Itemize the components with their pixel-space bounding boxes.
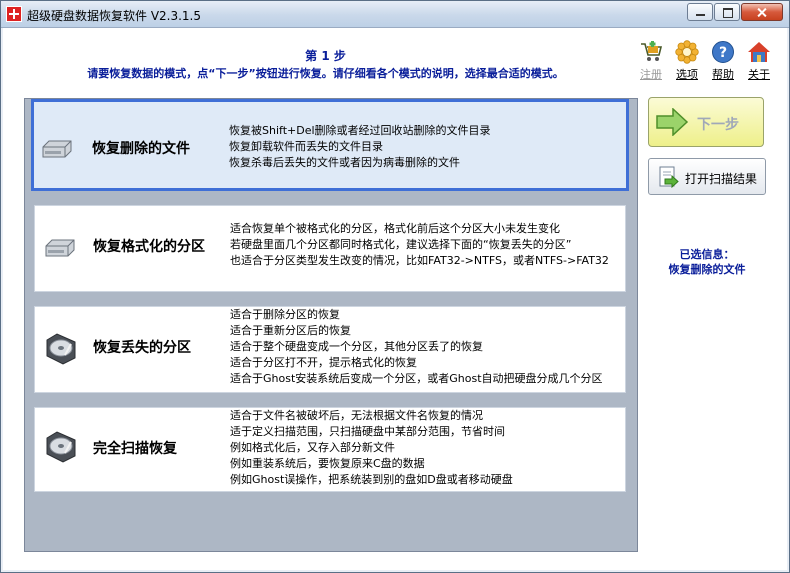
description-line: 若硬盘里面几个分区都同时格式化，建议选择下面的“恢复丢失的分区”: [230, 238, 572, 251]
mode-description: 适合于文件名被破坏后，无法根据文件名恢复的情况 适于定义扫描范围，只扫描硬盘中某…: [230, 408, 513, 488]
description-line: 例如Ghost误操作，把系统装到别的盘如D盘或者移动硬盘: [230, 473, 513, 486]
window-title: 超级硬盘数据恢复软件 V2.3.1.5: [27, 9, 202, 23]
options-button[interactable]: 选项: [670, 40, 704, 82]
selection-value: 恢复删除的文件: [668, 263, 746, 276]
next-step-button[interactable]: 下一步: [648, 97, 764, 147]
svg-text:?: ?: [719, 45, 727, 61]
mode-description: 恢复被Shift+Del删除或者经过回收站删除的文件目录 恢复卸载软件而丢失的文…: [229, 123, 491, 171]
description-line: 适合于分区打不开，提示格式化的恢复: [230, 356, 417, 369]
help-icon: ?: [712, 41, 734, 63]
mode-recover-formatted-partition[interactable]: 恢复格式化的分区 适合恢复单个被格式化的分区，格式化前后这个分区大小未发生变化 …: [34, 205, 626, 292]
gear-flower-icon: [675, 40, 699, 64]
options-label: 选项: [676, 68, 698, 81]
mode-title: 完全扫描恢复: [93, 441, 177, 457]
mode-description: 适合恢复单个被格式化的分区，格式化前后这个分区大小未发生变化 若硬盘里面几个分区…: [230, 221, 609, 269]
about-label: 关于: [748, 68, 770, 81]
mode-title: 恢复格式化的分区: [93, 239, 205, 255]
hard-disk-icon: [45, 239, 75, 257]
step-heading: 第 1 步: [305, 49, 346, 63]
description-line: 适合于整个硬盘变成一个分区，其他分区丢了的恢复: [230, 340, 483, 353]
help-label: 帮助: [712, 68, 734, 81]
cart-icon: [641, 41, 663, 61]
open-scan-results-label: 打开扫描结果: [685, 172, 758, 186]
selection-label: 已选信息：: [679, 248, 735, 261]
mode-title: 恢复丢失的分区: [93, 340, 191, 356]
help-button[interactable]: ? 帮助: [706, 40, 740, 82]
arrow-right-icon: [656, 108, 689, 136]
about-button[interactable]: 关于: [742, 40, 776, 82]
mode-full-scan-recovery[interactable]: 完全扫描恢复 适合于文件名被破坏后，无法根据文件名恢复的情况 适于定义扫描范围，…: [34, 407, 626, 492]
minimize-button[interactable]: [687, 3, 713, 21]
app-logo-icon: [6, 6, 22, 22]
description-line: 例如格式化后，又存入部分新文件: [230, 441, 395, 454]
open-scan-results-button[interactable]: 打开扫描结果: [648, 158, 766, 195]
app-window: 超级硬盘数据恢复软件 V2.3.1.5 第 1 步 请要恢复数据的模式，点“下一…: [0, 0, 790, 573]
description-line: 恢复被Shift+Del删除或者经过回收站删除的文件目录: [229, 124, 491, 137]
mode-title: 恢复删除的文件: [92, 141, 190, 157]
main-content: 第 1 步 请要恢复数据的模式，点“下一步”按钮进行恢复。请仔细看各个模式的说明…: [3, 28, 787, 570]
mode-recover-lost-partition[interactable]: 恢复丢失的分区 适合于删除分区的恢复 适合于重新分区后的恢复 适合于整个硬盘变成…: [34, 306, 626, 393]
description-line: 恢复杀毒后丢失的文件或者因为病毒删除的文件: [229, 156, 460, 169]
description-line: 适合于删除分区的恢复: [230, 308, 340, 321]
maximize-button[interactable]: [714, 3, 740, 21]
instruction-text: 请要恢复数据的模式，点“下一步”按钮进行恢复。请仔细看各个模式的说明，选择最合适…: [87, 67, 564, 80]
description-line: 也适合于分区类型发生改变的情况，比如FAT32->NTFS，或者NTFS->FA…: [230, 254, 609, 267]
mode-recover-deleted-files[interactable]: 恢复删除的文件 恢复被Shift+Del删除或者经过回收站删除的文件目录 恢复卸…: [31, 99, 629, 191]
register-button[interactable]: 注册: [634, 40, 668, 82]
title-bar[interactable]: 超级硬盘数据恢复软件 V2.3.1.5: [1, 1, 789, 28]
mode-list: 恢复删除的文件 恢复被Shift+Del删除或者经过回收站删除的文件目录 恢复卸…: [24, 98, 638, 552]
mode-description: 适合于删除分区的恢复 适合于重新分区后的恢复 适合于整个硬盘变成一个分区，其他分…: [230, 307, 603, 387]
register-label: 注册: [640, 68, 662, 81]
next-step-label: 下一步: [697, 117, 739, 133]
description-line: 恢复卸载软件而丢失的文件目录: [229, 140, 383, 153]
description-line: 例如重装系统后，要恢复原来C盘的数据: [230, 457, 425, 470]
window-controls: [686, 3, 783, 21]
description-line: 适合于Ghost安装系统后变成一个分区，或者Ghost自动把硬盘分成几个分区: [230, 372, 603, 385]
description-line: 适于定义扫描范围，只扫描硬盘中某部分范围，节省时间: [230, 425, 505, 438]
selection-info: 已选信息： 恢复删除的文件: [639, 247, 775, 277]
disk-platter-icon: [46, 333, 76, 365]
toolbar: 注册 选项 ? 帮助 关于: [634, 40, 784, 88]
hard-disk-icon: [42, 140, 72, 158]
description-line: 适合恢复单个被格式化的分区，格式化前后这个分区大小未发生变化: [230, 222, 560, 235]
house-icon: [748, 42, 770, 62]
description-line: 适合于重新分区后的恢复: [230, 324, 351, 337]
disk-platter-icon: [46, 431, 76, 463]
open-file-icon: [659, 166, 679, 188]
description-line: 适合于文件名被破坏后，无法根据文件名恢复的情况: [230, 409, 483, 422]
close-button[interactable]: [741, 3, 783, 21]
